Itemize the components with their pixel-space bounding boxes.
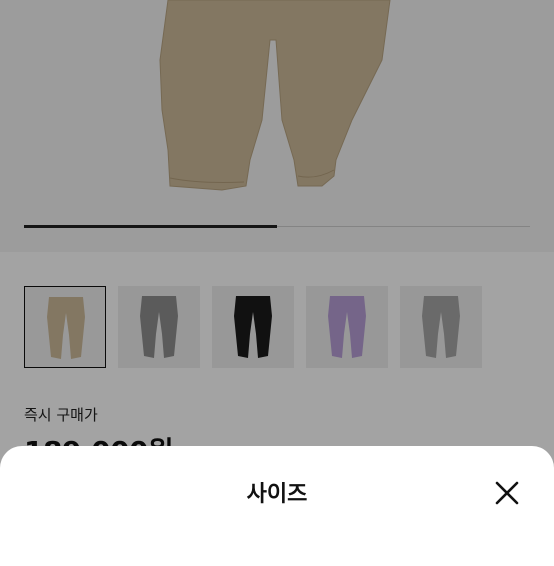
sheet-title: 사이즈 [246,482,308,507]
size-bottom-sheet: 사이즈 [0,446,554,566]
close-icon [495,481,519,505]
close-button[interactable] [490,476,524,510]
